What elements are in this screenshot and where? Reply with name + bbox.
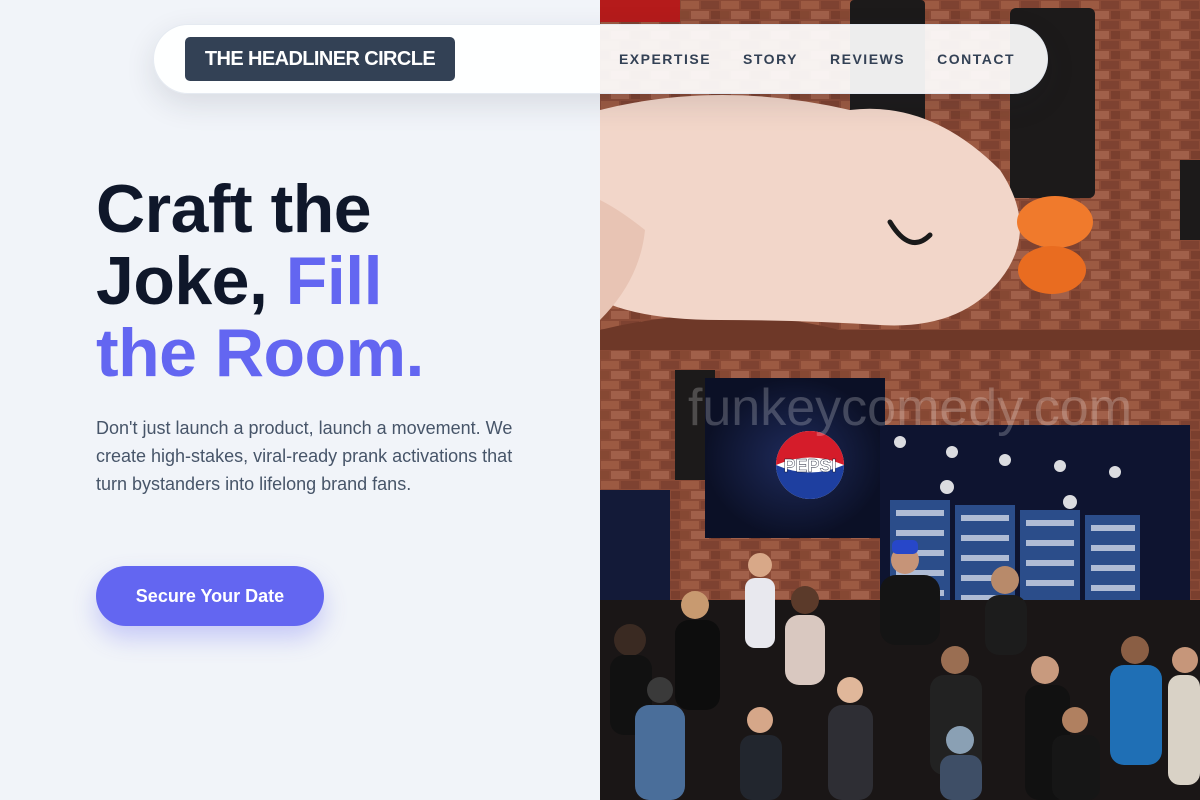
hero-subtitle: Don't just launch a product, launch a mo… bbox=[96, 418, 513, 494]
nav-link-contact[interactable]: CONTACT bbox=[937, 51, 1015, 67]
nav-link-expertise[interactable]: EXPERTISE bbox=[619, 51, 711, 67]
watermark-text: funkeycomedy.com bbox=[688, 379, 1132, 437]
nav-link-story[interactable]: STORY bbox=[743, 51, 798, 67]
hero-title-accent-a: Fill bbox=[285, 243, 383, 319]
hero-title-line2: Joke, bbox=[96, 243, 286, 319]
hero-photo: PEPSI funkeycomedy.com bbox=[600, 0, 1200, 800]
hero-title-line1: Craft the bbox=[96, 171, 372, 247]
hero-left-pane bbox=[0, 0, 600, 800]
top-navbar: THE HEADLINER CIRCLE EXPERTISE STORY REV… bbox=[153, 24, 1048, 94]
hero-title: Craft the Joke, Fill the Room. bbox=[96, 173, 556, 389]
hero-title-accent-b: the Room. bbox=[96, 315, 424, 391]
nav-links: EXPERTISE STORY REVIEWS CONTACT bbox=[619, 25, 1015, 93]
nav-link-reviews[interactable]: REVIEWS bbox=[830, 51, 905, 67]
brand-logo[interactable]: THE HEADLINER CIRCLE bbox=[185, 37, 455, 81]
pepsi-logo-text: PEPSI bbox=[783, 456, 836, 476]
secure-date-button[interactable]: Secure Your Date bbox=[96, 566, 324, 626]
